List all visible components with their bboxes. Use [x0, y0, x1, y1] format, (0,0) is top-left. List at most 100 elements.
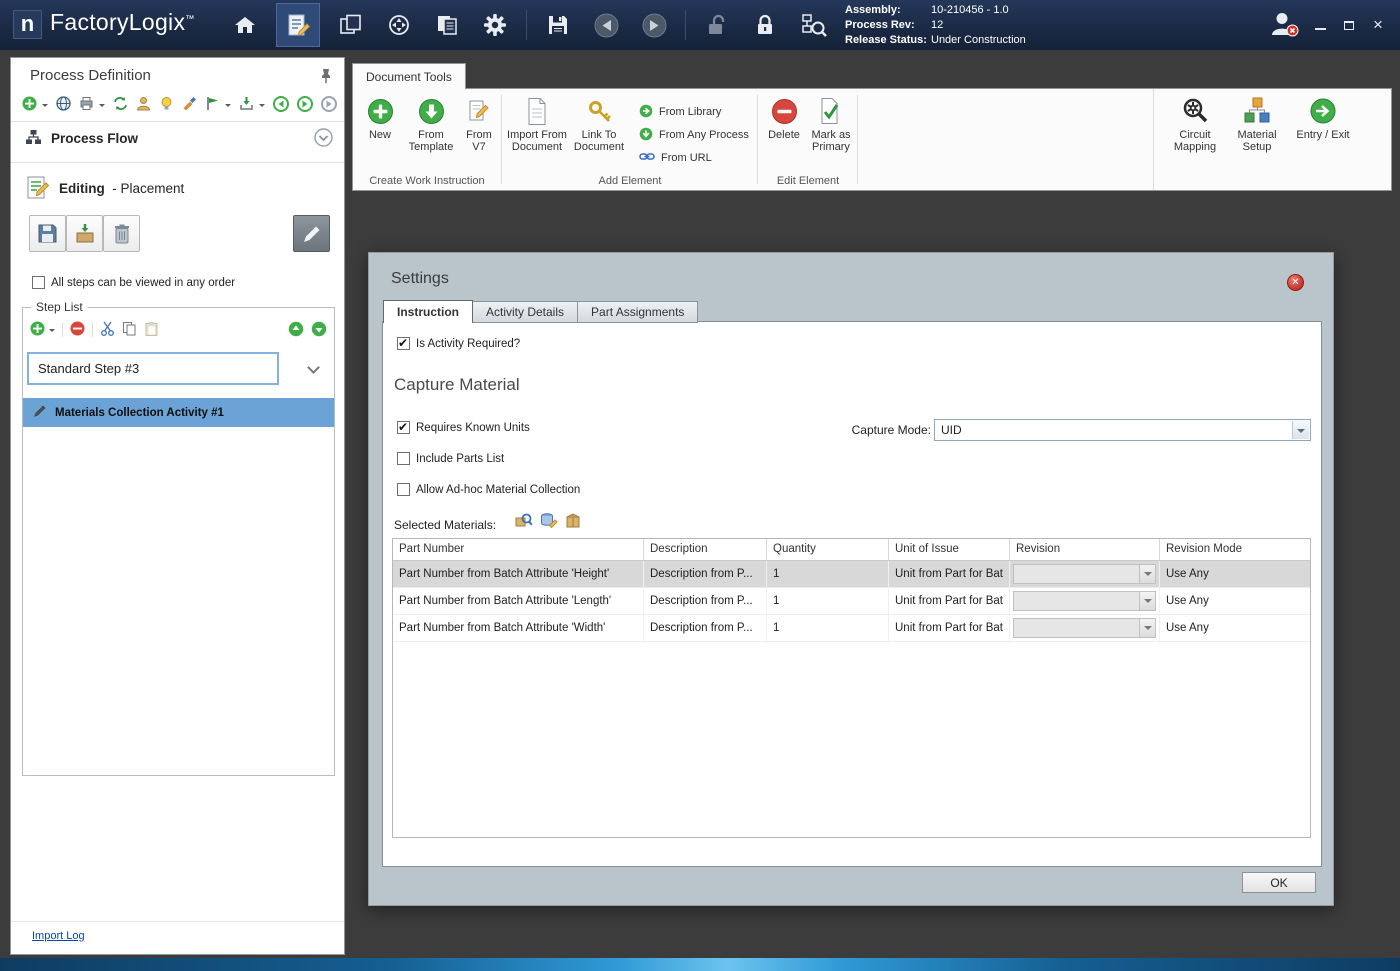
maximize-button[interactable]: [1341, 16, 1357, 34]
work-instructions-icon[interactable]: [276, 3, 320, 47]
entry-exit-button[interactable]: Entry / Exit: [1295, 96, 1351, 141]
checkbox-box[interactable]: [397, 452, 410, 465]
cut-icon[interactable]: [100, 321, 115, 339]
settings-gear-icon[interactable]: [478, 8, 512, 42]
checkbox-box[interactable]: [397, 337, 410, 350]
idea-icon[interactable]: [159, 96, 174, 114]
select-parts-icon[interactable]: [540, 512, 558, 532]
from-any-process-button[interactable]: From Any Process: [639, 125, 749, 145]
revision-dropdown[interactable]: [1013, 564, 1156, 584]
from-library-button[interactable]: From Library: [639, 102, 721, 122]
flag-icon[interactable]: [205, 96, 220, 114]
import-step-button[interactable]: [66, 215, 103, 252]
link-to-document-button[interactable]: Link To Document: [571, 96, 627, 153]
chevron-down-icon[interactable]: [307, 361, 320, 374]
step-selector[interactable]: Standard Step #3: [27, 352, 279, 385]
ok-button[interactable]: OK: [1242, 872, 1316, 893]
close-button[interactable]: ×: [1370, 16, 1386, 34]
print-icon[interactable]: [79, 96, 94, 114]
tab-part-assignments[interactable]: Part Assignments: [578, 301, 698, 323]
mark-as-primary-button[interactable]: Mark as Primary: [807, 96, 855, 153]
col-revision[interactable]: Revision: [1010, 539, 1160, 560]
allow-adhoc-checkbox[interactable]: Allow Ad-hoc Material Collection: [397, 483, 580, 496]
chevron-down-icon[interactable]: [1292, 421, 1309, 439]
save-step-button[interactable]: [29, 215, 66, 252]
add-step-icon[interactable]: [22, 96, 37, 114]
is-activity-required-checkbox[interactable]: Is Activity Required?: [397, 337, 520, 350]
col-quantity[interactable]: Quantity: [767, 539, 889, 560]
requires-known-units-checkbox[interactable]: Requires Known Units: [397, 421, 530, 434]
from-v7-button[interactable]: From V7: [459, 96, 499, 153]
move-up-icon[interactable]: [288, 321, 304, 340]
save-icon[interactable]: [541, 8, 575, 42]
copy-icon[interactable]: [122, 321, 137, 339]
edit-content-button[interactable]: [293, 215, 330, 252]
checkbox-box[interactable]: [397, 483, 410, 496]
revision-dropdown[interactable]: [1013, 618, 1156, 638]
brush-icon[interactable]: [182, 96, 197, 114]
close-settings-icon[interactable]: ✕: [1287, 274, 1304, 291]
process-icon[interactable]: [334, 8, 368, 42]
from-template-button[interactable]: From Template: [405, 96, 457, 153]
redo-icon[interactable]: [637, 8, 671, 42]
entry-exit-icon: [1309, 96, 1337, 126]
material-setup-button[interactable]: Material Setup: [1229, 96, 1285, 153]
delete-step-button[interactable]: [103, 215, 140, 252]
capture-mode-dropdown[interactable]: UID: [934, 419, 1311, 441]
user-icon[interactable]: [136, 96, 151, 114]
dropdown-caret-icon[interactable]: [99, 104, 105, 110]
browse-web-icon[interactable]: [56, 96, 71, 114]
remove-item-icon[interactable]: [70, 321, 85, 339]
minimize-button[interactable]: [1312, 16, 1328, 34]
tab-instruction[interactable]: Instruction: [383, 300, 473, 323]
include-parts-list-checkbox[interactable]: Include Parts List: [397, 452, 504, 465]
find-process-icon[interactable]: [796, 8, 830, 42]
export-icon[interactable]: [239, 96, 254, 114]
chevron-down-icon[interactable]: [1139, 619, 1155, 637]
paste-icon[interactable]: [144, 321, 159, 339]
table-row[interactable]: Part Number from Batch Attribute 'Height…: [393, 561, 1310, 588]
collapse-section-icon[interactable]: [314, 128, 333, 150]
delete-element-button[interactable]: Delete: [763, 96, 805, 141]
revision-dropdown[interactable]: [1013, 591, 1156, 611]
pin-icon[interactable]: [320, 68, 332, 87]
import-log-link[interactable]: Import Log: [32, 930, 85, 942]
add-item-icon[interactable]: [30, 321, 45, 339]
dropdown-caret-icon[interactable]: [259, 104, 265, 110]
undo-icon[interactable]: [589, 8, 623, 42]
refresh-icon[interactable]: [321, 96, 337, 115]
checkbox-box[interactable]: [32, 276, 45, 289]
tab-document-tools[interactable]: Document Tools: [352, 63, 466, 89]
navigate-back-icon[interactable]: [273, 96, 289, 115]
dropdown-caret-icon[interactable]: [42, 104, 48, 110]
import-from-document-button[interactable]: Import From Document: [507, 96, 567, 153]
documents-icon[interactable]: [430, 8, 464, 42]
lock-icon[interactable]: [748, 8, 782, 42]
search-part-icon[interactable]: [515, 512, 533, 532]
activity-list-item[interactable]: Materials Collection Activity #1: [23, 398, 334, 427]
sync-icon[interactable]: [113, 96, 128, 114]
unlock-icon[interactable]: [700, 8, 734, 42]
dropdown-caret-icon[interactable]: [225, 104, 231, 110]
navigate-forward-icon[interactable]: [297, 96, 313, 115]
table-row[interactable]: Part Number from Batch Attribute 'Length…: [393, 588, 1310, 615]
dropdown-caret-icon[interactable]: [49, 329, 55, 335]
chevron-down-icon[interactable]: [1139, 565, 1155, 583]
move-down-icon[interactable]: [311, 321, 327, 340]
col-description[interactable]: Description: [644, 539, 767, 560]
table-row[interactable]: Part Number from Batch Attribute 'Width'…: [393, 615, 1310, 642]
home-icon[interactable]: [228, 8, 262, 42]
user-account-icon[interactable]: [1269, 10, 1299, 41]
checkbox-box[interactable]: [397, 421, 410, 434]
circuit-mapping-button[interactable]: Circuit Mapping: [1166, 96, 1224, 153]
col-unit-of-issue[interactable]: Unit of Issue: [889, 539, 1010, 560]
new-button[interactable]: New: [358, 96, 402, 141]
package-icon[interactable]: [565, 512, 582, 532]
chevron-down-icon[interactable]: [1139, 592, 1155, 610]
view-order-checkbox[interactable]: All steps can be viewed in any order: [32, 276, 235, 289]
col-revision-mode[interactable]: Revision Mode: [1160, 539, 1310, 560]
col-part-number[interactable]: Part Number: [393, 539, 644, 560]
tab-activity-details[interactable]: Activity Details: [473, 301, 578, 323]
from-url-button[interactable]: From URL: [639, 148, 712, 168]
navigator-icon[interactable]: [382, 8, 416, 42]
